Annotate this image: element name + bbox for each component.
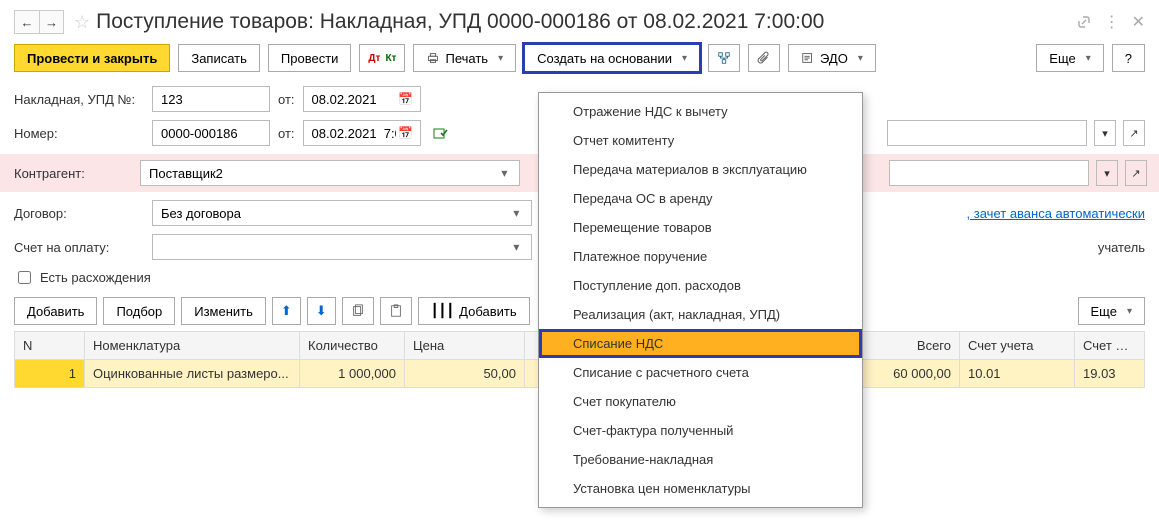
print-button[interactable]: Печать — [413, 44, 516, 72]
write-button[interactable]: Записать — [178, 44, 260, 72]
page-title: Поступление товаров: Накладная, УПД 0000… — [96, 10, 1075, 34]
create-based-menu: Отражение НДС к вычетуОтчет комитентуПер… — [538, 92, 863, 508]
tbl-copy-button[interactable] — [342, 297, 374, 325]
menu-item[interactable]: Счет-фактура полученный — [539, 416, 862, 445]
paperclip-icon — [757, 51, 771, 65]
main-toolbar: Провести и закрыть Записать Провести ДтК… — [14, 44, 1145, 72]
nav-back[interactable]: ← — [15, 11, 39, 33]
edo-button[interactable]: ЭДО — [788, 44, 876, 72]
number-input[interactable] — [152, 120, 270, 146]
right-input-2[interactable] — [889, 160, 1089, 186]
menu-item[interactable]: Установка цен номенклатуры — [539, 474, 862, 503]
dt-kt-button[interactable]: ДтКт — [359, 44, 405, 72]
nav-buttons: ← → — [14, 10, 64, 34]
link-icon[interactable] — [1076, 14, 1092, 30]
dropdown-btn[interactable]: ▾ — [1094, 120, 1116, 146]
barcode-add-label: Добавить — [459, 304, 516, 319]
barcode-icon: ┃┃┃ — [431, 303, 454, 319]
attach-button[interactable] — [748, 44, 780, 72]
menu-item[interactable]: Платежное поручение — [539, 242, 862, 271]
menu-item[interactable]: Реализация (акт, накладная, УПД) — [539, 300, 862, 329]
kebab-icon[interactable]: ⋮ — [1104, 12, 1120, 32]
from-label-1: от: — [278, 92, 295, 107]
posted-icon — [433, 126, 449, 140]
col-nomen[interactable]: Номенклатура — [85, 332, 300, 360]
cell-price[interactable]: 50,00 — [405, 360, 525, 388]
tbl-more-button[interactable]: Еще — [1078, 297, 1145, 325]
discrepancy-checkbox[interactable] — [18, 271, 31, 284]
tbl-select-button[interactable]: Подбор — [103, 297, 175, 325]
chevron-down-icon[interactable]: ▾ — [508, 240, 525, 254]
tbl-paste-button[interactable] — [380, 297, 412, 325]
date1-input[interactable]: 📅 — [303, 86, 421, 112]
advance-link[interactable]: , зачет аванса автоматически — [967, 206, 1145, 221]
tbl-down-button[interactable]: ⬇ — [307, 297, 336, 325]
more-button[interactable]: Еще — [1036, 44, 1103, 72]
tbl-up-button[interactable]: ⬆ — [272, 297, 301, 325]
menu-item[interactable]: Требование-накладная — [539, 445, 862, 474]
cell-nomen[interactable]: Оцинкованные листы размеро... — [85, 360, 300, 388]
cell-vat-account[interactable]: 19.03 — [1075, 360, 1145, 388]
open-btn[interactable]: ↗ — [1125, 160, 1147, 186]
menu-item[interactable]: Перемещение товаров — [539, 213, 862, 242]
print-label: Печать — [445, 51, 488, 66]
nav-forward[interactable]: → — [39, 11, 63, 33]
cell-total[interactable]: 60 000,00 — [850, 360, 960, 388]
menu-item[interactable]: Списание НДС — [539, 329, 862, 358]
menu-item[interactable]: Отражение НДС к вычету — [539, 97, 862, 126]
create-based-button[interactable]: Создать на основании — [524, 44, 700, 72]
calendar-icon[interactable]: 📅 — [398, 92, 413, 106]
menu-item[interactable]: Счет покупателю — [539, 387, 862, 416]
cell-account[interactable]: 10.01 — [960, 360, 1075, 388]
right-input-1[interactable] — [887, 120, 1087, 146]
calendar-icon[interactable]: 📅 — [398, 126, 413, 140]
chevron-down-icon[interactable]: ▾ — [508, 206, 525, 220]
tbl-barcode-add-button[interactable]: ┃┃┃ Добавить — [418, 297, 530, 325]
edo-label: ЭДО — [820, 51, 848, 66]
printer-icon — [426, 51, 440, 65]
structure-button[interactable] — [708, 44, 740, 72]
col-vat-account[interactable]: Счет НДС — [1075, 332, 1145, 360]
col-total[interactable]: Всего — [850, 332, 960, 360]
help-button[interactable]: ? — [1112, 44, 1145, 72]
from-label-2: от: — [278, 126, 295, 141]
cell-qty[interactable]: 1 000,000 — [300, 360, 405, 388]
invoice-no-input[interactable] — [152, 86, 270, 112]
right-text: учатель — [1098, 240, 1145, 255]
col-account[interactable]: Счет учета — [960, 332, 1075, 360]
contract-label: Договор: — [14, 206, 144, 221]
counterparty-label: Контрагент: — [12, 166, 132, 181]
cell-n[interactable]: 1 — [15, 360, 85, 388]
col-price[interactable]: Цена — [405, 332, 525, 360]
edo-icon — [801, 51, 815, 65]
contract-input[interactable]: ▾ — [152, 200, 532, 226]
open-btn[interactable]: ↗ — [1123, 120, 1145, 146]
tbl-add-button[interactable]: Добавить — [14, 297, 97, 325]
chevron-down-icon[interactable]: ▾ — [496, 166, 513, 180]
menu-item[interactable]: Передача ОС в аренду — [539, 184, 862, 213]
counterparty-input[interactable]: ▾ — [140, 160, 520, 186]
invoice-pay-input[interactable]: ▾ — [152, 234, 532, 260]
menu-item[interactable]: Отчет комитенту — [539, 126, 862, 155]
post-close-button[interactable]: Провести и закрыть — [14, 44, 170, 72]
close-icon[interactable]: ✕ — [1132, 12, 1145, 32]
datetime-input[interactable]: 📅 — [303, 120, 421, 146]
discrepancy-label: Есть расхождения — [40, 270, 151, 285]
tbl-edit-button[interactable]: Изменить — [181, 297, 266, 325]
favorite-star-icon[interactable]: ☆ — [74, 12, 90, 33]
menu-item[interactable]: Передача материалов в эксплуатацию — [539, 155, 862, 184]
col-qty[interactable]: Количество — [300, 332, 405, 360]
invoice-pay-label: Счет на оплату: — [14, 240, 144, 255]
menu-item[interactable]: Поступление доп. расходов — [539, 271, 862, 300]
menu-item[interactable]: Списание с расчетного счета — [539, 358, 862, 387]
dropdown-btn[interactable]: ▾ — [1096, 160, 1118, 186]
col-n[interactable]: N — [15, 332, 85, 360]
invoice-no-label: Накладная, УПД №: — [14, 92, 144, 107]
number-label: Номер: — [14, 126, 144, 141]
post-button[interactable]: Провести — [268, 44, 352, 72]
